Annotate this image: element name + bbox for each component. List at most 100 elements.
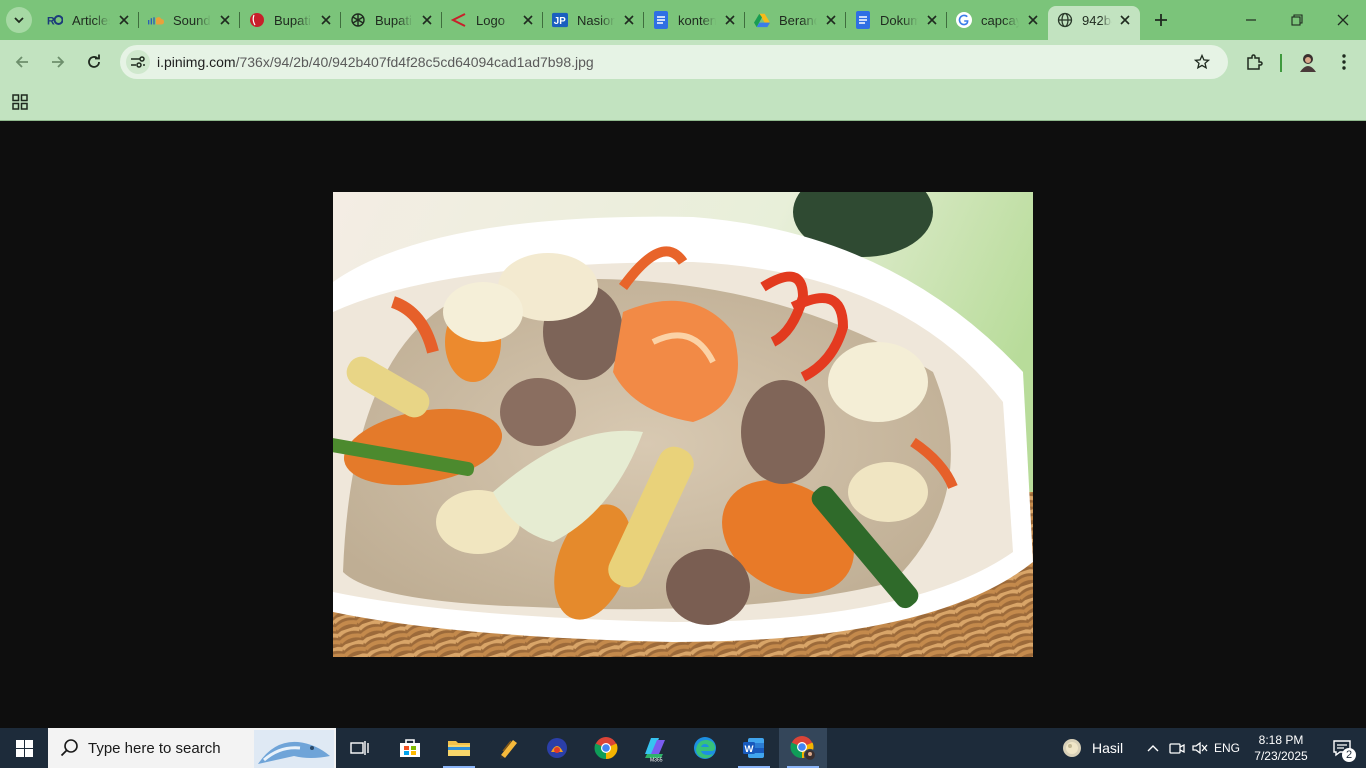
menu-button[interactable] bbox=[1330, 48, 1358, 76]
close-icon[interactable] bbox=[722, 12, 738, 28]
tab-title: Bupati bbox=[375, 13, 412, 28]
apps-button[interactable] bbox=[9, 91, 31, 113]
tab-title: Beranda bbox=[779, 13, 817, 28]
chevron-down-icon bbox=[14, 17, 24, 24]
clock[interactable]: 8:18 PM 7/23/2025 bbox=[1244, 732, 1318, 764]
close-icon[interactable] bbox=[217, 12, 233, 28]
notification-center-button[interactable]: 2 bbox=[1318, 728, 1366, 768]
meet-now-button[interactable] bbox=[1166, 728, 1188, 768]
tab-title: 942b407fd4f28c5cd64094cad1ad7b98.jpg bbox=[1082, 13, 1112, 28]
reload-button[interactable] bbox=[80, 48, 108, 76]
microsoft-365-button[interactable]: M365 bbox=[631, 728, 679, 768]
tab-active[interactable]: 942b407fd4f28c5cd64094cad1ad7b98.jpg bbox=[1048, 6, 1140, 40]
restore-button[interactable] bbox=[1274, 6, 1320, 34]
tab-search-button[interactable] bbox=[6, 7, 32, 33]
url-text[interactable]: i.pinimg.com/736x/94/2b/40/942b407fd4f28… bbox=[157, 54, 594, 70]
close-window-button[interactable] bbox=[1320, 6, 1366, 34]
back-button[interactable] bbox=[8, 48, 36, 76]
microsoft-365-icon: M365 bbox=[645, 738, 665, 762]
tab-title: konten bbox=[678, 13, 716, 28]
close-icon[interactable] bbox=[823, 12, 839, 28]
arrow-left-icon bbox=[15, 56, 28, 68]
close-icon[interactable] bbox=[419, 12, 435, 28]
svg-text:JP: JP bbox=[554, 16, 566, 27]
search-highlight-illustration bbox=[254, 730, 334, 768]
new-tab-button[interactable] bbox=[1147, 6, 1175, 34]
vpn-app-button[interactable] bbox=[533, 728, 581, 768]
plus-icon bbox=[1155, 14, 1167, 26]
chrome-button[interactable] bbox=[582, 728, 630, 768]
apps-grid-icon bbox=[12, 94, 28, 110]
tab-6[interactable]: JP Nasional bbox=[543, 6, 643, 34]
volume-button[interactable] bbox=[1189, 728, 1211, 768]
close-icon bbox=[1337, 14, 1349, 26]
extensions-button[interactable] bbox=[1241, 48, 1269, 76]
search-icon bbox=[60, 739, 78, 757]
tab-title: Sound bbox=[173, 13, 211, 28]
google-docs-icon bbox=[653, 11, 669, 29]
tab-title: Dokumen bbox=[880, 13, 918, 28]
store-icon bbox=[400, 739, 420, 757]
pen-app-button[interactable] bbox=[484, 728, 532, 768]
show-hidden-icons-button[interactable] bbox=[1142, 728, 1164, 768]
start-button[interactable] bbox=[0, 728, 48, 768]
food-photo[interactable] bbox=[333, 192, 1033, 657]
close-icon[interactable] bbox=[621, 12, 637, 28]
reload-icon bbox=[88, 54, 100, 68]
bookmark-star-button[interactable] bbox=[1192, 52, 1212, 72]
edge-icon bbox=[694, 737, 716, 759]
minimize-button[interactable] bbox=[1228, 6, 1274, 34]
tab-9[interactable]: Dokumen bbox=[846, 6, 946, 34]
chevron-up-icon bbox=[1147, 745, 1159, 752]
edge-button[interactable] bbox=[681, 728, 729, 768]
close-icon[interactable] bbox=[1025, 12, 1041, 28]
red-globe-logo-icon bbox=[249, 12, 265, 28]
speaker-muted-icon bbox=[1192, 741, 1208, 755]
clock-date: 7/23/2025 bbox=[1254, 749, 1308, 763]
tab-1[interactable]: R Articles bbox=[38, 6, 138, 34]
word-button[interactable]: W bbox=[730, 728, 778, 768]
tab-title: Nasional bbox=[577, 13, 615, 28]
chrome-profile-icon bbox=[790, 736, 816, 761]
tab-7[interactable]: konten bbox=[644, 6, 744, 34]
tab-3[interactable]: Bupati bbox=[240, 6, 340, 34]
vpn-app-icon bbox=[547, 738, 567, 758]
close-icon[interactable] bbox=[116, 12, 132, 28]
clock-time: 8:18 PM bbox=[1258, 733, 1304, 747]
weather-icon bbox=[1063, 739, 1081, 757]
weather-widget[interactable]: Hasil bbox=[1056, 728, 1132, 768]
task-view-button[interactable] bbox=[336, 728, 384, 768]
url-path: /736x/94/2b/40/942b407fd4f28c5cd64094cad… bbox=[235, 54, 594, 70]
forward-button[interactable] bbox=[44, 48, 72, 76]
weather-label: Hasil bbox=[1092, 740, 1124, 756]
chatgpt-logo-icon bbox=[350, 12, 366, 28]
notification-count-badge: 2 bbox=[1342, 748, 1356, 762]
tab-10[interactable]: capcay bbox=[947, 6, 1047, 34]
chrome-profile-button[interactable] bbox=[779, 728, 827, 768]
svg-text:W: W bbox=[745, 744, 754, 755]
minimize-icon bbox=[1246, 19, 1256, 21]
word-icon: W bbox=[743, 738, 764, 758]
file-explorer-button[interactable] bbox=[435, 728, 483, 768]
jp-logo-icon: JP bbox=[552, 12, 568, 28]
close-icon[interactable] bbox=[924, 12, 940, 28]
windows-logo-icon bbox=[15, 739, 33, 757]
camera-icon bbox=[1169, 743, 1185, 754]
wordpress-style-logo-icon: R bbox=[47, 12, 63, 28]
profile-avatar[interactable] bbox=[1294, 48, 1322, 76]
tab-2[interactable]: Sound bbox=[139, 6, 239, 34]
address-bar[interactable]: i.pinimg.com/736x/94/2b/40/942b407fd4f28… bbox=[120, 45, 1228, 79]
microsoft-store-button[interactable] bbox=[386, 728, 434, 768]
site-info-button[interactable] bbox=[126, 50, 150, 74]
tab-5[interactable]: Logo bbox=[442, 6, 542, 34]
language-indicator[interactable]: ENG bbox=[1214, 741, 1240, 755]
close-icon[interactable] bbox=[520, 12, 536, 28]
taskbar-search[interactable]: Type here to search bbox=[48, 728, 336, 768]
tab-strip: R Articles Sound Bupati Bupati Logo bbox=[0, 0, 1366, 40]
more-vertical-icon bbox=[1342, 54, 1346, 70]
close-icon[interactable] bbox=[1117, 12, 1133, 28]
close-icon[interactable] bbox=[318, 12, 334, 28]
tab-8[interactable]: Beranda bbox=[745, 6, 845, 34]
puzzle-icon bbox=[1247, 54, 1263, 70]
tab-4[interactable]: Bupati bbox=[341, 6, 441, 34]
